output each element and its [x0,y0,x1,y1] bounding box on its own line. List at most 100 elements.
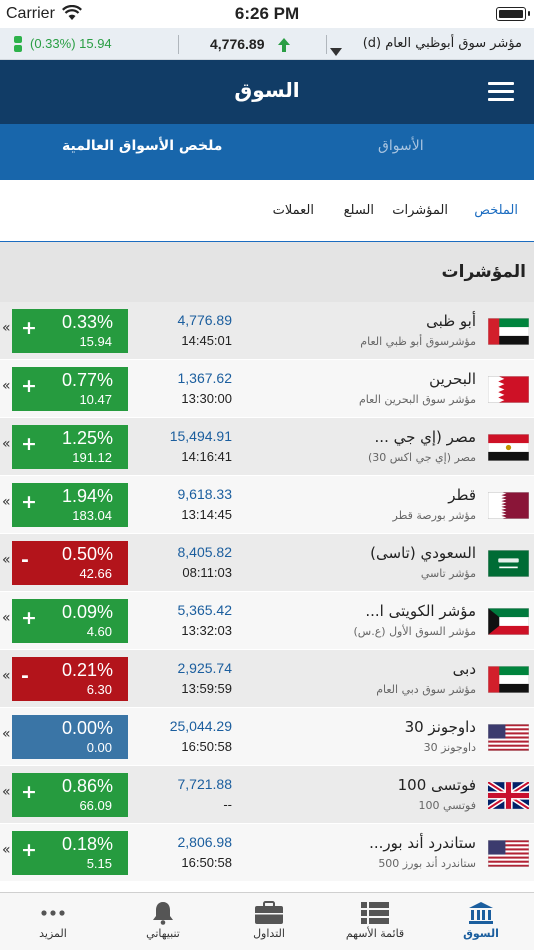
divider [178,35,179,54]
change-box[interactable]: +0.09% 4.60 [12,599,128,643]
change-box[interactable]: +0.18% 5.15 [12,831,128,875]
market-row[interactable]: « +0.86% 66.09 7,721.88 -- فوتسى 100 فوتسي 100 [0,766,534,824]
index-value: 5,365.42 [177,602,233,618]
tabbar-item-bank[interactable]: السوق [428,893,534,950]
market-name: البحرين [429,370,476,388]
double-chevron-left-icon[interactable]: « [2,842,11,858]
tabbar-label: التداول [253,927,285,940]
update-time: 13:14:45 [181,507,232,522]
subnav-global-markets-summary[interactable]: ملخص الأسواق العالمية [62,138,222,154]
ticker-value: 4,776.89 [210,36,265,52]
double-chevron-left-icon[interactable]: « [2,726,11,742]
ticker-index-name: مؤشر سوق أبوظبي العام (d) [362,36,522,51]
double-chevron-left-icon[interactable]: « [2,320,11,336]
index-value: 4,776.89 [177,312,233,328]
market-row[interactable]: «- 0.21% 6.30 2,925.74 13:59:59 دبى مؤشر سوق د… [0,650,534,708]
flag-usa-icon [487,839,530,868]
change-points: 66.09 [79,798,112,813]
change-box[interactable]: +1.94% 183.04 [12,483,128,527]
markets-list: « +0.33% 15.94 4,776.89 14:45:01 أبو ظبى مؤشرس… [0,302,534,892]
update-time: 13:32:03 [181,623,232,638]
tabbar-item-list[interactable]: قائمة الأسهم [322,893,428,950]
chevron-down-icon[interactable] [330,41,342,60]
flag-bahrain-icon [487,375,530,404]
change-box[interactable]: - 0.21% 6.30 [12,657,128,701]
subnav-markets[interactable]: الأسواق [378,138,424,154]
index-value: 2,925.74 [177,660,233,676]
index-value: 25,044.29 [169,718,232,734]
market-name: أبو ظبى [426,312,476,330]
market-row[interactable]: « +0.33% 15.94 4,776.89 14:45:01 أبو ظبى مؤشرس… [0,302,534,360]
change-sign: - [21,549,29,571]
index-name: مؤشر بورصة قطر [392,509,477,522]
index-value: 7,721.88 [177,776,233,792]
change-points: 183.04 [72,508,112,523]
change-sign: + [21,839,37,861]
market-row[interactable]: « 0.00% 0.00 25,044.29 16:50:58 داوجونز 30 داو… [0,708,534,766]
market-name: قطر [448,486,476,504]
double-chevron-left-icon[interactable]: « [2,378,11,394]
battery-icon [496,7,530,21]
index-value: 9,618.33 [177,486,233,502]
market-row[interactable]: « +0.09% 4.60 5,365.42 13:32:03 مؤشر الكويتى … [0,592,534,650]
section-title: المؤشرات [441,262,526,282]
tabbar-label: السوق [463,927,499,940]
change-percent: 0.33% [61,312,113,332]
update-time: 16:50:58 [181,739,232,754]
market-name: ستاندرد أند بور... [369,834,476,852]
double-chevron-left-icon[interactable]: « [2,668,11,684]
tab-summary[interactable]: الملخص [474,203,518,218]
index-name: مؤشر سوق البحرين العام [359,393,476,406]
tab-commodities[interactable]: السلع [344,203,374,218]
tabbar-item-bell[interactable]: تنبيهاتي [110,893,216,950]
update-time: 13:59:59 [181,681,232,696]
change-box[interactable]: 0.00% 0.00 [12,715,128,759]
market-row[interactable]: « +1.25% 191.12 15,494.91 14:16:41 مصر (إي جي… [0,418,534,476]
double-chevron-left-icon[interactable]: « [2,552,11,568]
double-chevron-left-icon[interactable]: « [2,494,11,510]
index-value: 2,806.98 [177,834,233,850]
market-name: مصر (إي جي ... [374,428,476,446]
index-name: ستاندرد أند بورز 500 [378,857,476,870]
double-chevron-left-icon[interactable]: « [2,610,11,626]
change-sign: + [21,375,37,397]
change-box[interactable]: +1.25% 191.12 [12,425,128,469]
change-sign: + [21,607,37,629]
arrow-up-icon [278,37,290,52]
more-icon [0,901,106,925]
change-percent: 0.00% [61,718,113,738]
list-icon [322,901,428,925]
change-points: 191.12 [72,450,112,465]
change-percent: 0.09% [61,602,113,622]
tab-currencies[interactable]: العملات [273,203,314,218]
update-time: 16:50:58 [181,855,232,870]
market-row[interactable]: «- 0.50% 42.66 8,405.82 08:11:03 السعودي (تاس… [0,534,534,592]
flag-kuwait-icon [487,607,530,636]
change-percent: 0.50% [61,544,113,564]
change-sign: + [21,491,37,513]
double-chevron-left-icon[interactable]: « [2,436,11,452]
briefcase-icon [216,901,322,925]
double-chevron-left-icon[interactable]: « [2,784,11,800]
market-row[interactable]: « +0.77% 10.47 1,367.62 13:30:00 البحرين مؤشر … [0,360,534,418]
tabbar-item-more[interactable]: المزيد [0,893,106,950]
change-box[interactable]: +0.33% 15.94 [12,309,128,353]
change-box[interactable]: +0.86% 66.09 [12,773,128,817]
market-name: مؤشر الكويتى ا... [365,602,476,620]
hamburger-menu-icon[interactable] [488,82,514,102]
flag-uk-icon [486,780,531,811]
change-percent: 0.86% [61,776,113,796]
change-box[interactable]: +0.77% 10.47 [12,367,128,411]
tab-indices[interactable]: المؤشرات [392,203,448,218]
market-row[interactable]: « +0.18% 5.15 2,806.98 16:50:58 ستاندرد أند ب… [0,824,534,882]
change-box[interactable]: - 0.50% 42.66 [12,541,128,585]
tabbar-item-briefcase[interactable]: التداول [216,893,322,950]
status-bar: Carrier 6:26 PM [0,0,534,28]
bell-icon [110,901,216,925]
index-name: مؤشر تاسي [420,567,476,580]
index-ticker[interactable]: (0.33%) 15.94 4,776.89 مؤشر سوق أبوظبي ا… [0,28,534,60]
market-name: داوجونز 30 [404,718,476,736]
market-row[interactable]: « +1.94% 183.04 9,618.33 13:14:45 قطر مؤشر بور… [0,476,534,534]
index-name: داوجونز 30 [423,741,476,754]
ticker-change: (0.33%) 15.94 [30,36,112,51]
